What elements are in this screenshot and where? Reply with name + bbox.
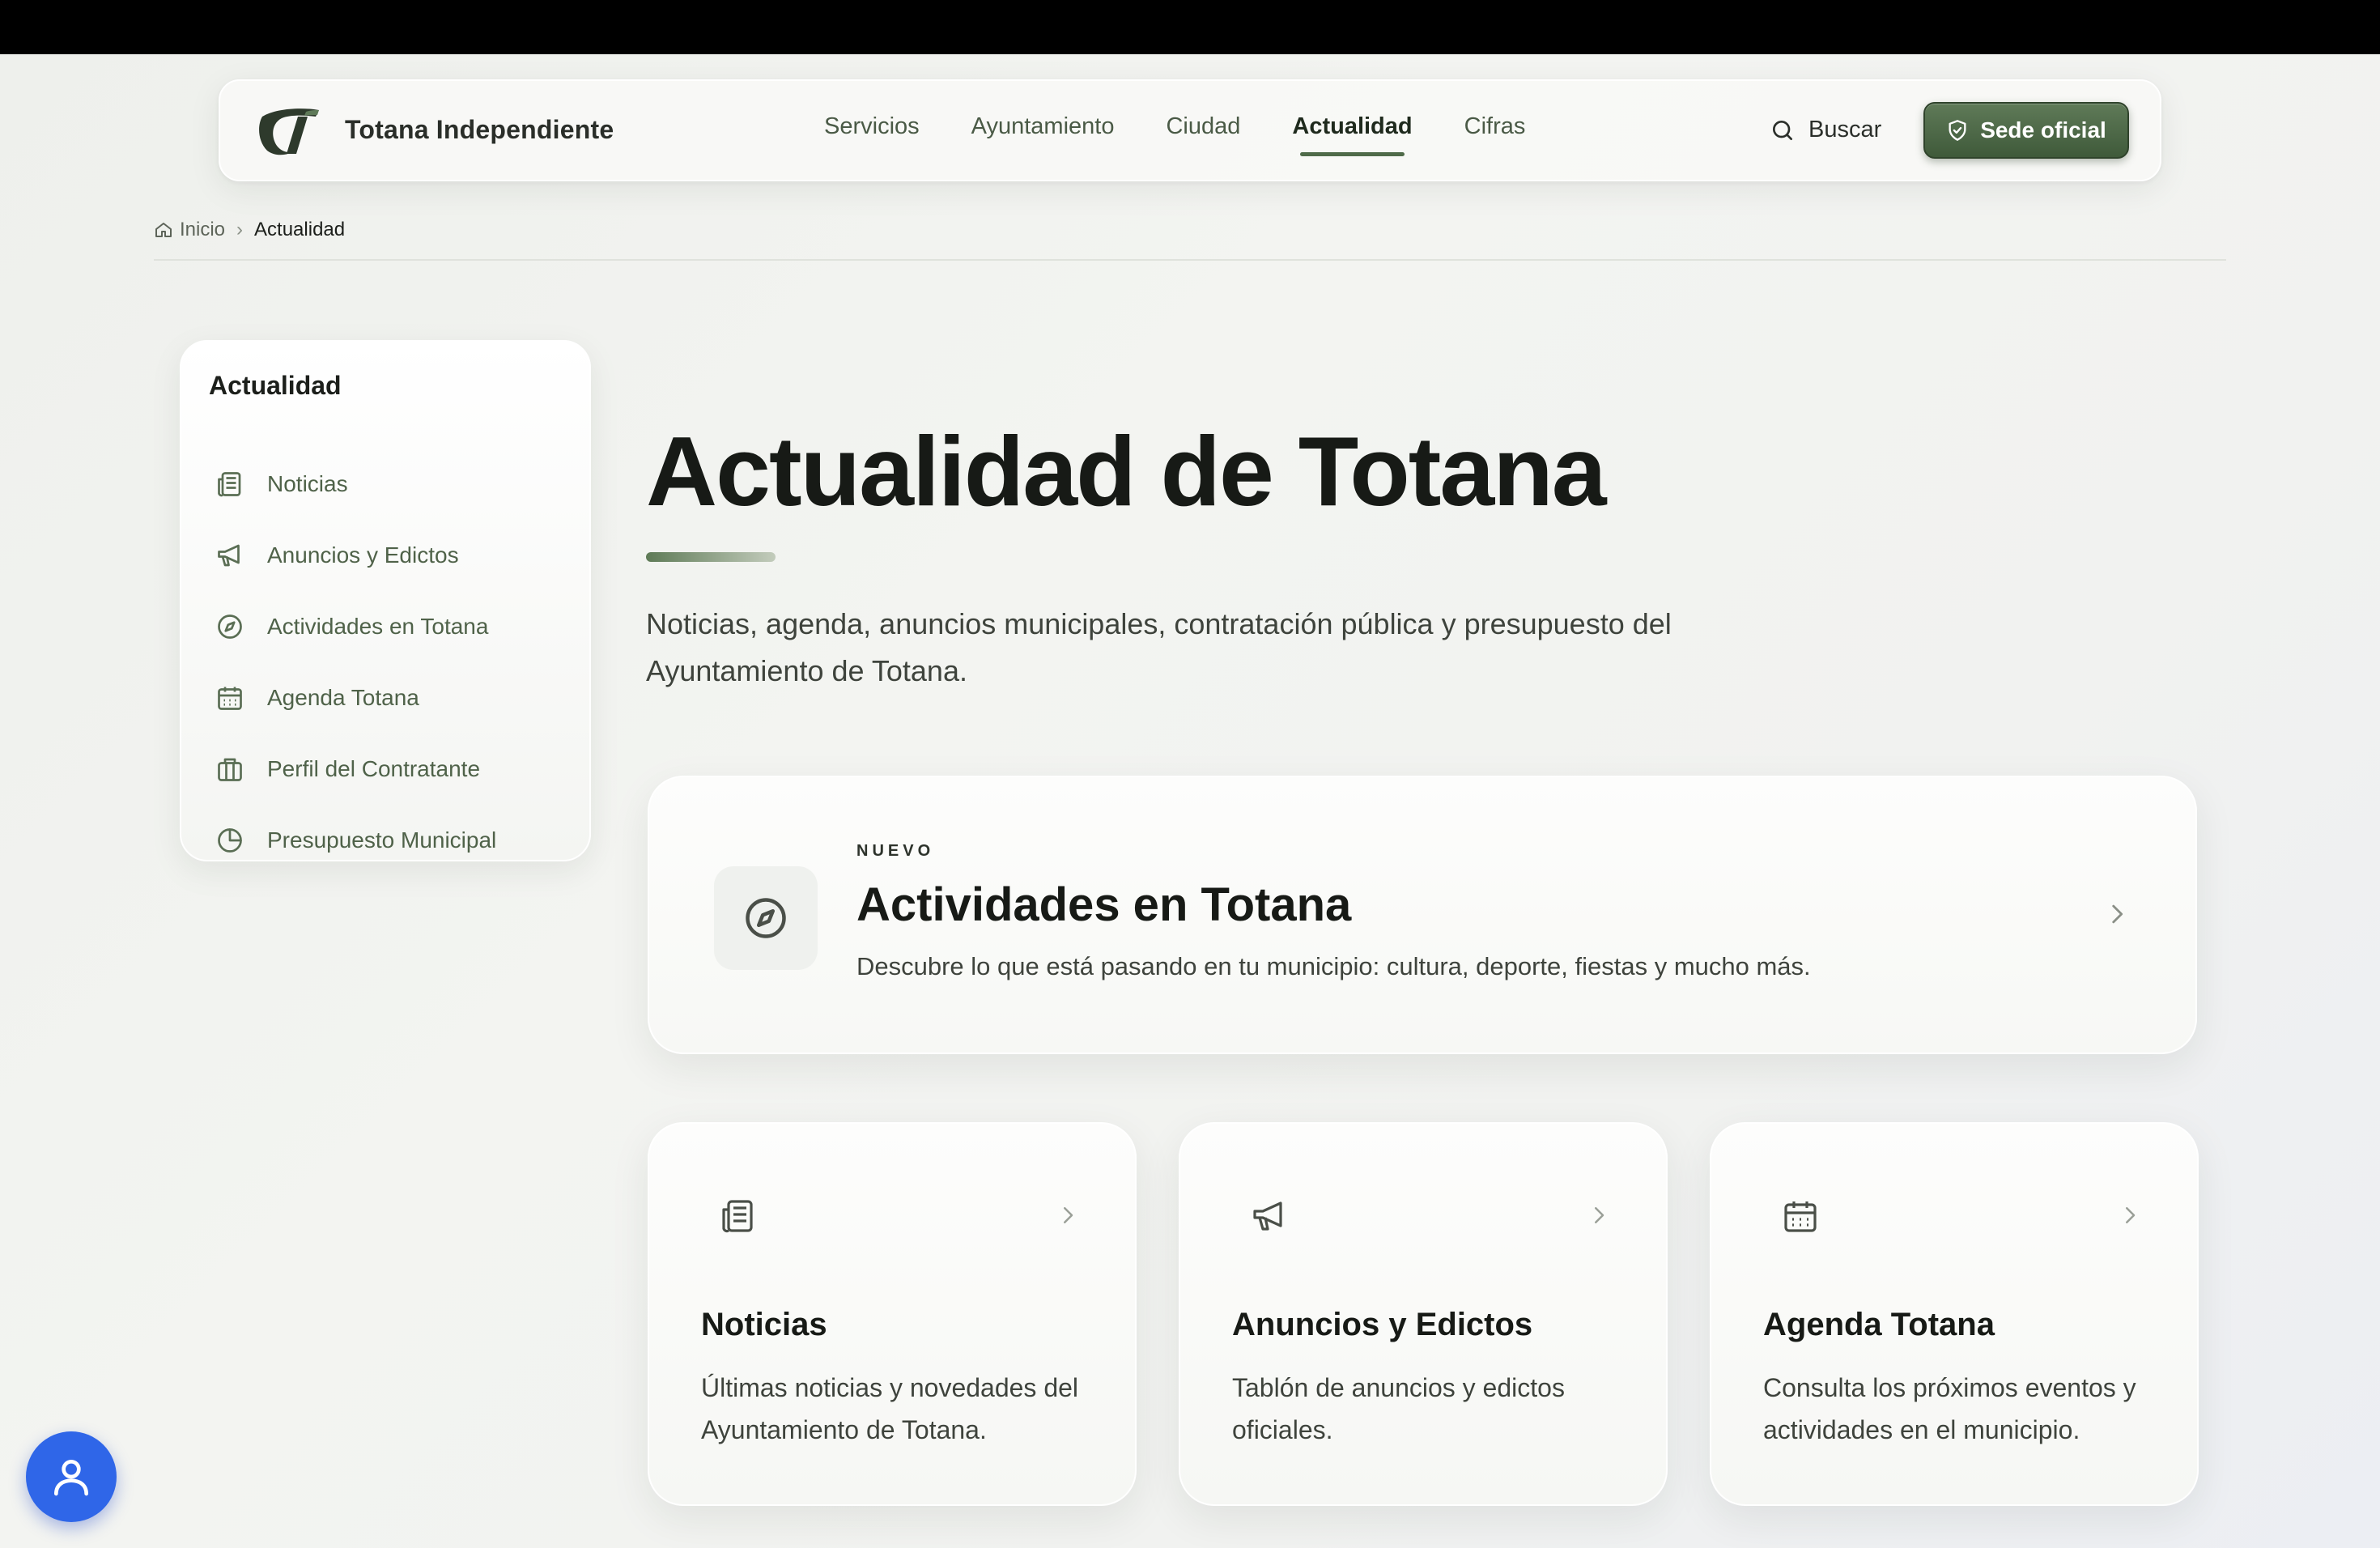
sidebar-item-anuncios[interactable]: Anuncios y Edictos [214,520,496,591]
breadcrumb-current: Actualidad [254,219,346,240]
sidebar: Actualidad Noticias Anuncios y Edictos A… [180,340,591,861]
brand-name[interactable]: Totana Independiente [345,115,614,145]
chevron-right-icon [1064,1207,1073,1223]
nav-ayuntamiento[interactable]: Ayuntamiento [971,113,1115,140]
sidebar-item-actividades[interactable]: Actividades en Totana [214,591,496,662]
card-description: Tablón de anuncios y edictos oficiales. [1232,1373,1565,1444]
chevron-right-icon [2112,904,2123,924]
nav-ciudad[interactable]: Ciudad [1166,113,1240,140]
sidebar-item-agenda[interactable]: Agenda Totana [214,662,496,734]
title-accent-bar [646,552,776,562]
card-noticias[interactable]: Noticias Últimas noticias y novedades de… [648,1122,1137,1506]
nav-actualidad[interactable]: Actualidad [1292,113,1413,156]
page-subtitle: Noticias, agenda, anuncios municipales, … [646,607,1672,687]
browser-top-bar [0,0,2380,54]
search-label: Buscar [1808,117,1882,142]
user-icon [54,1460,88,1496]
newspaper-icon [214,468,246,500]
header-divider [154,259,2226,261]
card-anuncios[interactable]: Anuncios y Edictos Tablón de anuncios y … [1179,1122,1668,1506]
feature-description: Descubre lo que está pasando en tu munic… [856,952,1811,980]
calendar-icon [1784,1201,1817,1232]
new-badge: NUEVO [856,842,935,860]
nav-cifras[interactable]: Cifras [1464,113,1526,140]
site-header: Totana Independiente Servicios Ayuntamie… [219,79,2161,181]
logo-icon[interactable] [257,105,322,159]
search-button[interactable]: Buscar [1770,117,1881,143]
accessibility-button[interactable] [26,1431,117,1522]
card-title: Anuncios y Edictos [1232,1307,1533,1342]
breadcrumb: Inicio › Actualidad [154,219,345,241]
sidebar-title: Actualidad [209,371,342,400]
sidebar-item-noticias[interactable]: Noticias [214,449,496,520]
card-title: Noticias [701,1307,827,1342]
chevron-right-icon [1595,1207,1604,1223]
page-title: Actualidad de Totana [646,416,1607,526]
compass-icon [214,610,246,643]
card-description: Consulta los próximos eventos y activida… [1763,1373,2136,1444]
sidebar-item-label: Agenda Totana [267,685,419,710]
briefcase-icon [214,753,246,785]
sidebar-item-label: Anuncios y Edictos [267,542,459,568]
megaphone-icon [1253,1201,1282,1231]
feature-icon-tile [714,866,818,970]
search-icon [1773,120,1792,140]
nav-servicios[interactable]: Servicios [824,113,920,140]
sidebar-item-perfil-contratante[interactable]: Perfil del Contratante [214,734,496,805]
home-icon [155,223,172,237]
compass-icon [746,898,786,938]
sidebar-item-label: Actividades en Totana [267,614,489,639]
card-description: Últimas noticias y novedades del Ayuntam… [701,1373,1079,1444]
feature-title: Actividades en Totana [856,878,1352,931]
sede-oficial-label: Sede oficial [1980,117,2106,142]
chevron-right-icon [2126,1207,2136,1223]
card-agenda[interactable]: Agenda Totana Consulta los próximos even… [1710,1122,2199,1506]
main-nav: Servicios Ayuntamiento Ciudad Actualidad… [824,113,1577,156]
newspaper-icon [722,1200,753,1233]
sidebar-item-label: Perfil del Contratante [267,756,481,781]
sede-oficial-button[interactable]: Sede oficial [1923,102,2129,159]
sidebar-list: Noticias Anuncios y Edictos Actividades … [214,449,496,876]
calendar-icon [214,682,246,714]
feature-card-actividades[interactable]: NUEVO Actividades en Totana Descubre lo … [648,776,2197,1054]
megaphone-icon [214,539,246,572]
sidebar-item-presupuesto[interactable]: Presupuesto Municipal [214,805,496,876]
card-title: Agenda Totana [1763,1307,1995,1342]
sidebar-item-label: Presupuesto Municipal [267,827,497,853]
pie-chart-icon [214,824,246,857]
shield-check-icon [1949,120,1966,141]
breadcrumb-home[interactable]: Inicio [180,219,225,241]
breadcrumb-separator-icon: › [236,219,244,240]
sidebar-item-label: Noticias [267,471,348,496]
